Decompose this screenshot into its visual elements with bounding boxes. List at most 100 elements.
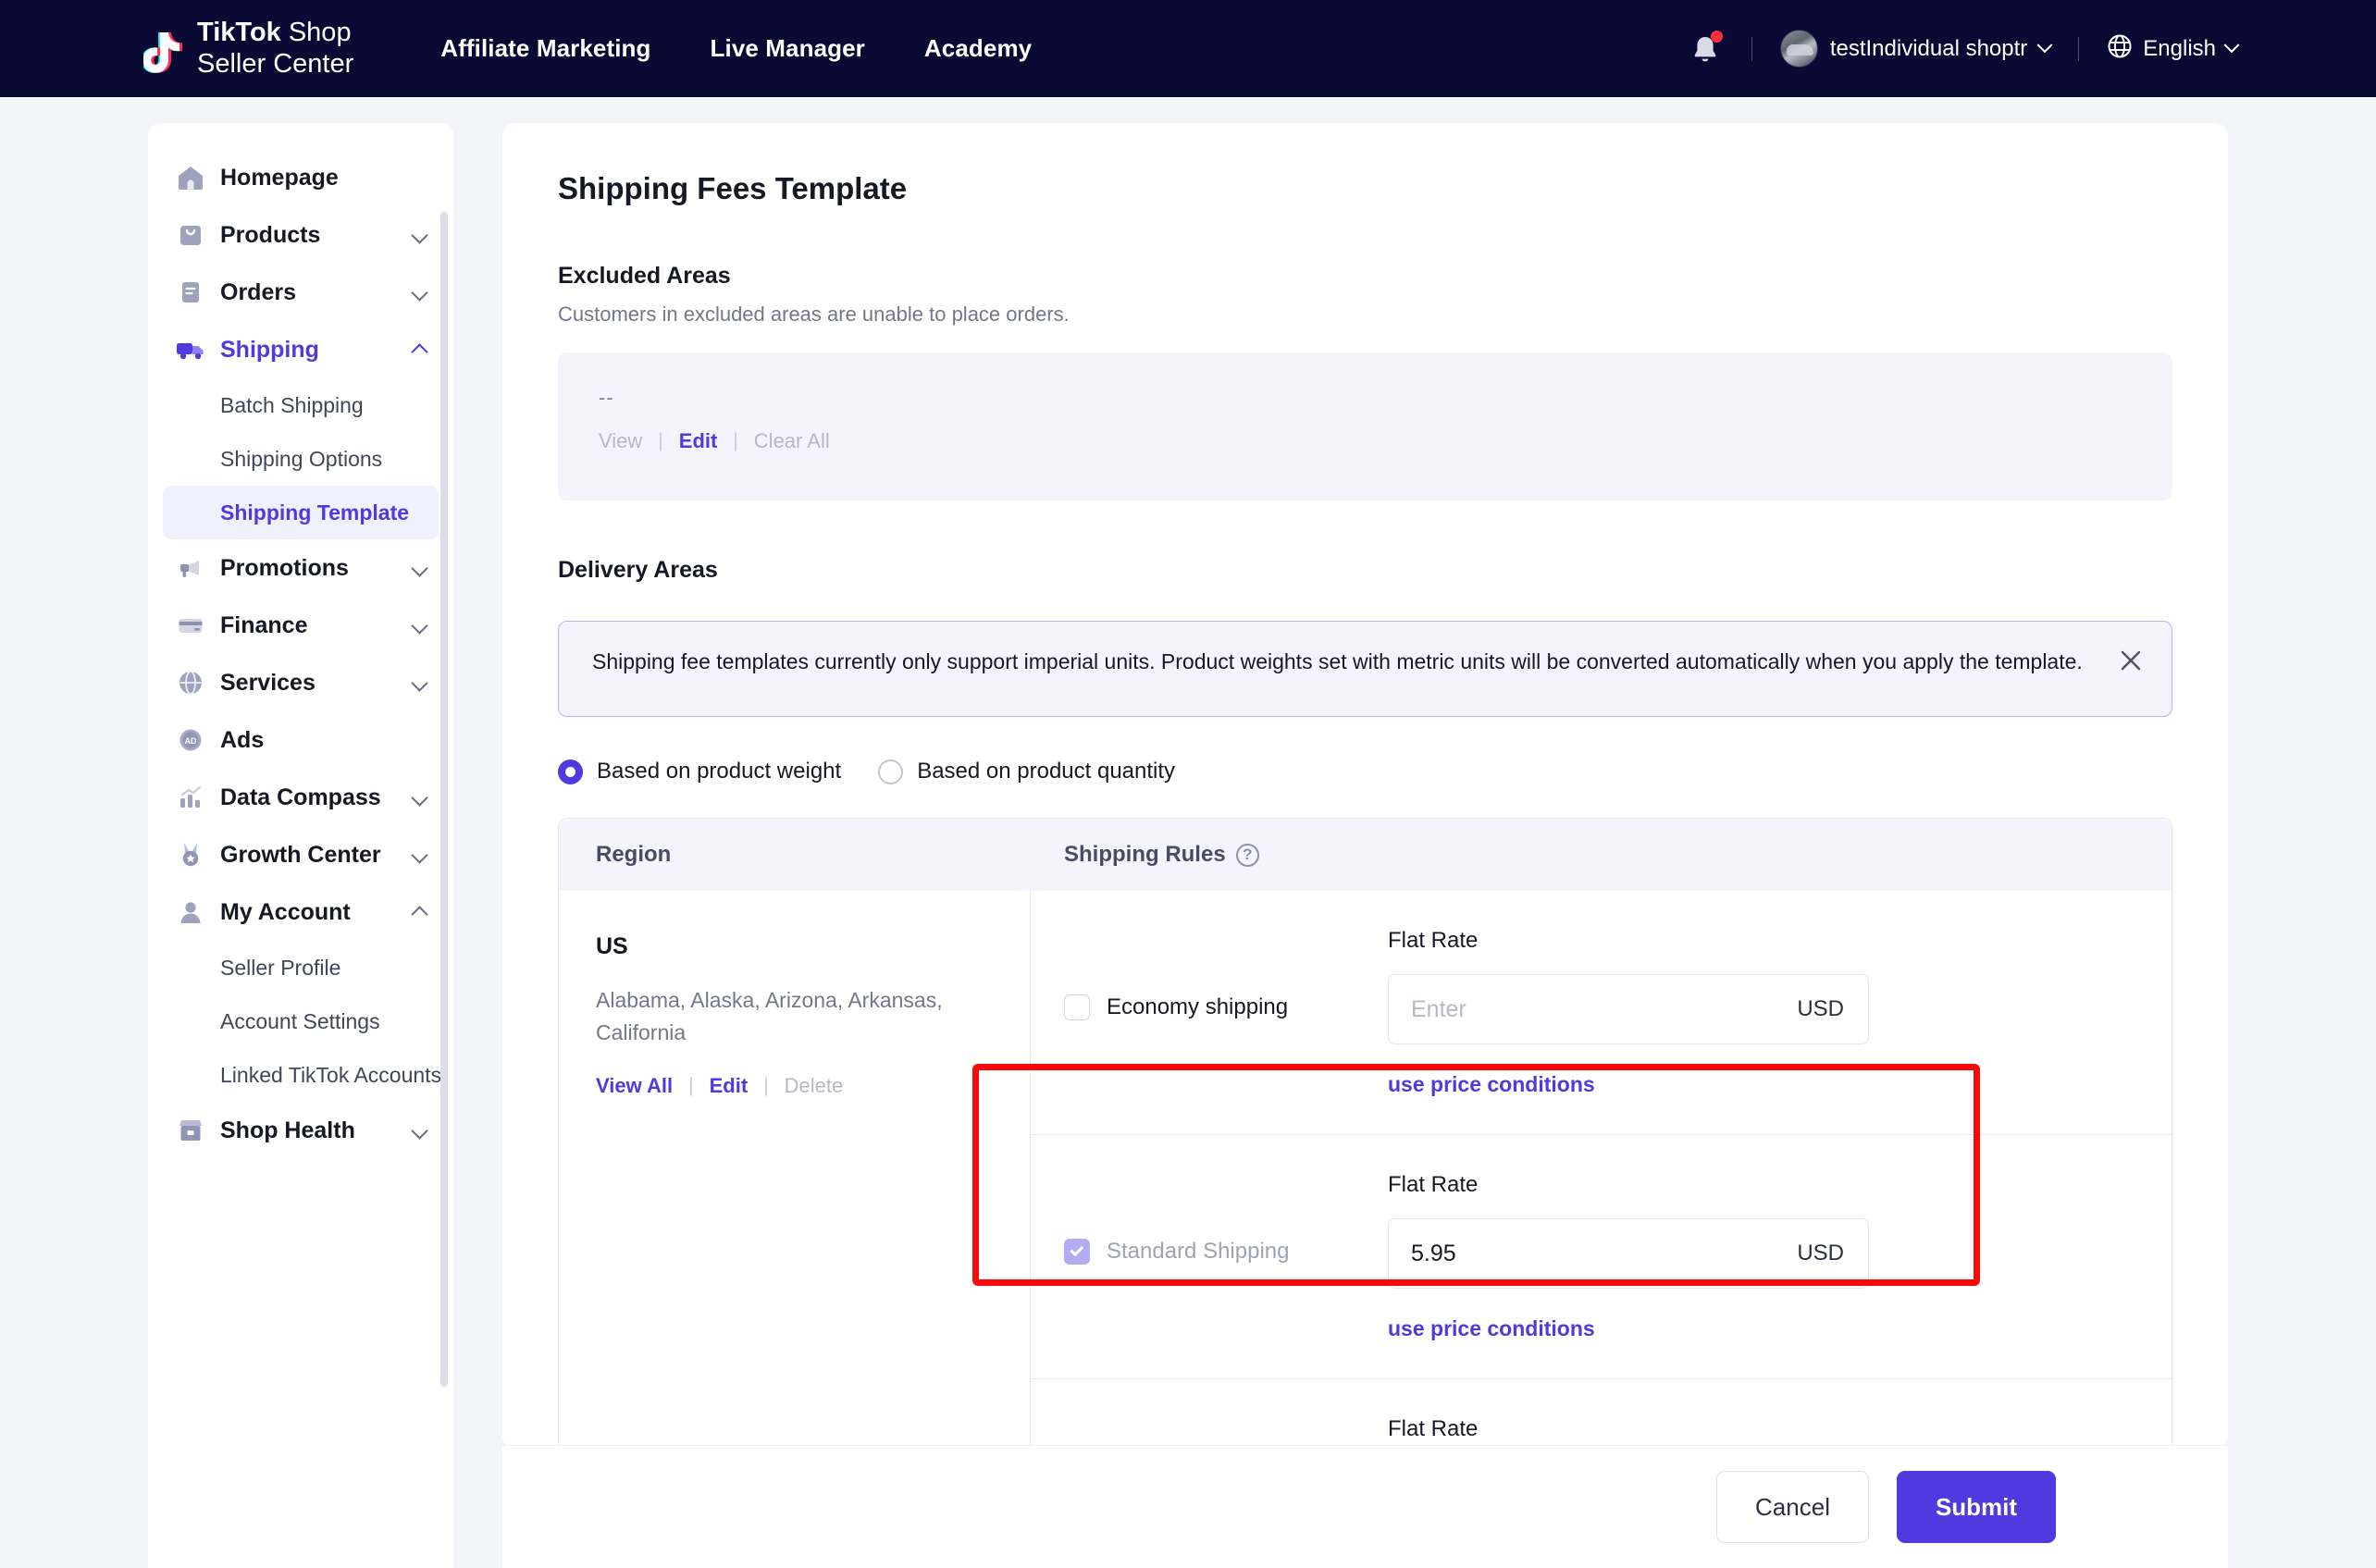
page-title: Shipping Fees Template: [558, 171, 2172, 206]
excluded-areas-value: --: [599, 386, 2132, 410]
radio-indicator: [558, 759, 583, 784]
medal-icon: [176, 840, 205, 870]
shopping-bag-icon: [176, 220, 205, 250]
table-row: Express Shipping Flat Rate Enter USD: [1031, 1379, 2172, 1449]
input-placeholder: Enter: [1411, 996, 1466, 1023]
shipping-rules-table: Region Shipping Rules ? US Alabama, Alas…: [558, 818, 2172, 1449]
notifications-button[interactable]: [1687, 31, 1724, 68]
nav-link-academy[interactable]: Academy: [924, 34, 1032, 63]
sidebar-subitem-label: Shipping Options: [220, 447, 382, 472]
sidebar-subitem-batch-shipping[interactable]: Batch Shipping: [163, 378, 439, 432]
sidebar-item-label: Services: [220, 670, 316, 697]
delivery-areas-heading: Delivery Areas: [558, 557, 2172, 584]
basis-radio-group: Based on product weight Based on product…: [558, 759, 2172, 784]
flat-rate-input-standard[interactable]: 5.95 USD: [1388, 1218, 1869, 1289]
sidebar-subitem-shipping-options[interactable]: Shipping Options: [163, 432, 439, 486]
flat-rate-label: Flat Rate: [1388, 1172, 2172, 1198]
chevron-down-icon: [411, 560, 427, 576]
region-country: US: [596, 933, 993, 960]
credit-card-icon: [176, 611, 205, 640]
nav-link-live-manager[interactable]: Live Manager: [711, 34, 865, 63]
sidebar-subitem-shipping-template[interactable]: Shipping Template: [163, 486, 439, 539]
chevron-down-icon: [2037, 37, 2053, 53]
nav-link-affiliate-marketing[interactable]: Affiliate Marketing: [440, 34, 650, 63]
sidebar-item-shipping[interactable]: Shipping: [163, 321, 439, 378]
rule-rate-express-shipping: Flat Rate Enter USD: [1388, 1416, 2172, 1449]
close-icon[interactable]: [2118, 648, 2144, 673]
rule-checkbox-economy-shipping[interactable]: Economy shipping: [1064, 928, 1388, 1020]
use-price-conditions-link-economy[interactable]: use price conditions: [1388, 1072, 2172, 1097]
imperial-units-notice-banner: Shipping fee templates currently only su…: [558, 621, 2172, 717]
sidebar-item-products[interactable]: Products: [163, 206, 439, 264]
sidebar-item-label: Promotions: [220, 555, 349, 582]
sidebar-item-label: Shop Health: [220, 1117, 355, 1144]
link-separator: |: [658, 430, 662, 452]
sidebar-subitem-account-settings[interactable]: Account Settings: [163, 994, 439, 1048]
logo-seller-center-text: Seller Center: [197, 49, 353, 80]
sidebar-item-label: My Account: [220, 899, 351, 926]
globe-icon: [2107, 33, 2133, 64]
cancel-button[interactable]: Cancel: [1716, 1471, 1869, 1543]
home-icon: [176, 163, 205, 192]
sidebar-items: Homepage Products Orders Shipping Batch …: [148, 123, 453, 1568]
radio-indicator: [878, 759, 903, 784]
excluded-edit-link[interactable]: Edit: [679, 429, 718, 453]
tiktok-note-icon: [143, 25, 186, 73]
user-account-menu[interactable]: testIndividual shoptr: [1780, 30, 2050, 68]
sidebar-item-my-account[interactable]: My Account: [163, 883, 439, 941]
shop-icon: [176, 1116, 205, 1145]
submit-button[interactable]: Submit: [1897, 1471, 2056, 1543]
chevron-down-icon: [411, 1122, 427, 1139]
language-selector[interactable]: English: [2107, 33, 2237, 64]
rule-checkbox-standard-shipping: Standard Shipping: [1064, 1172, 1388, 1265]
sidebar-item-label: Homepage: [220, 165, 339, 191]
sidebar-item-orders[interactable]: Orders: [163, 264, 439, 321]
excluded-areas-actions: View | Edit | Clear All: [599, 429, 2132, 453]
logo-shop-text: Shop: [281, 18, 352, 47]
sidebar-subitem-linked-tiktok-accounts[interactable]: Linked TikTok Accounts: [163, 1048, 439, 1102]
table-body: US Alabama, Alaska, Arizona, Arkansas, C…: [559, 891, 2172, 1449]
region-edit-link[interactable]: Edit: [710, 1074, 749, 1098]
sidebar-item-label: Growth Center: [220, 842, 381, 869]
region-delete-link: Delete: [785, 1074, 844, 1098]
radio-based-on-product-quantity[interactable]: Based on product quantity: [878, 759, 1175, 784]
checkbox[interactable]: [1064, 994, 1090, 1020]
chevron-down-icon: [411, 789, 427, 806]
chevron-down-icon: [411, 227, 427, 243]
primary-nav-links: Affiliate Marketing Live Manager Academy: [440, 34, 1032, 63]
sidebar-item-label: Orders: [220, 279, 296, 306]
region-view-all-link[interactable]: View All: [596, 1074, 673, 1098]
sidebar-item-promotions[interactable]: Promotions: [163, 539, 439, 597]
main-content-card: Shipping Fees Template Excluded Areas Cu…: [502, 123, 2228, 1449]
sidebar-scrollbar[interactable]: [440, 212, 448, 1387]
radio-label: Based on product quantity: [917, 759, 1175, 784]
help-icon[interactable]: ?: [1236, 844, 1259, 867]
radio-label: Based on product weight: [597, 759, 841, 784]
rule-checkbox-express-shipping[interactable]: Express Shipping: [1064, 1416, 1388, 1449]
sidebar-subitem-label: Linked TikTok Accounts: [220, 1063, 441, 1088]
megaphone-icon: [176, 553, 205, 583]
use-price-conditions-link-standard[interactable]: use price conditions: [1388, 1316, 2172, 1341]
shipping-rules-cell: Economy shipping Flat Rate Enter USD use…: [1031, 891, 2172, 1449]
sidebar-item-growth-center[interactable]: Growth Center: [163, 826, 439, 883]
sidebar-item-label: Products: [220, 222, 320, 249]
sidebar-subitem-seller-profile[interactable]: Seller Profile: [163, 941, 439, 994]
sidebar-item-ads[interactable]: AD Ads: [163, 711, 439, 769]
column-header-shipping-rules: Shipping Rules ?: [1031, 842, 1259, 868]
bar-chart-icon: [176, 783, 205, 812]
sidebar-item-label: Shipping: [220, 337, 319, 364]
logo-tiktok-text: TikTok: [197, 18, 281, 47]
sidebar-item-services[interactable]: Services: [163, 654, 439, 711]
sidebar-item-homepage[interactable]: Homepage: [163, 149, 439, 206]
sidebar-item-data-compass[interactable]: Data Compass: [163, 769, 439, 826]
orders-icon: [176, 278, 205, 307]
sidebar-item-shop-health[interactable]: Shop Health: [163, 1102, 439, 1159]
brand-logo[interactable]: TikTok Shop Seller Center: [143, 18, 353, 79]
check-icon: [1070, 1242, 1083, 1256]
radio-based-on-product-weight[interactable]: Based on product weight: [558, 759, 841, 784]
sidebar-item-label: Finance: [220, 612, 307, 639]
column-header-label: Shipping Rules: [1064, 842, 1226, 868]
sidebar-item-finance[interactable]: Finance: [163, 597, 439, 654]
flat-rate-input-economy[interactable]: Enter USD: [1388, 974, 1869, 1044]
nav-divider-2: [2078, 37, 2079, 61]
